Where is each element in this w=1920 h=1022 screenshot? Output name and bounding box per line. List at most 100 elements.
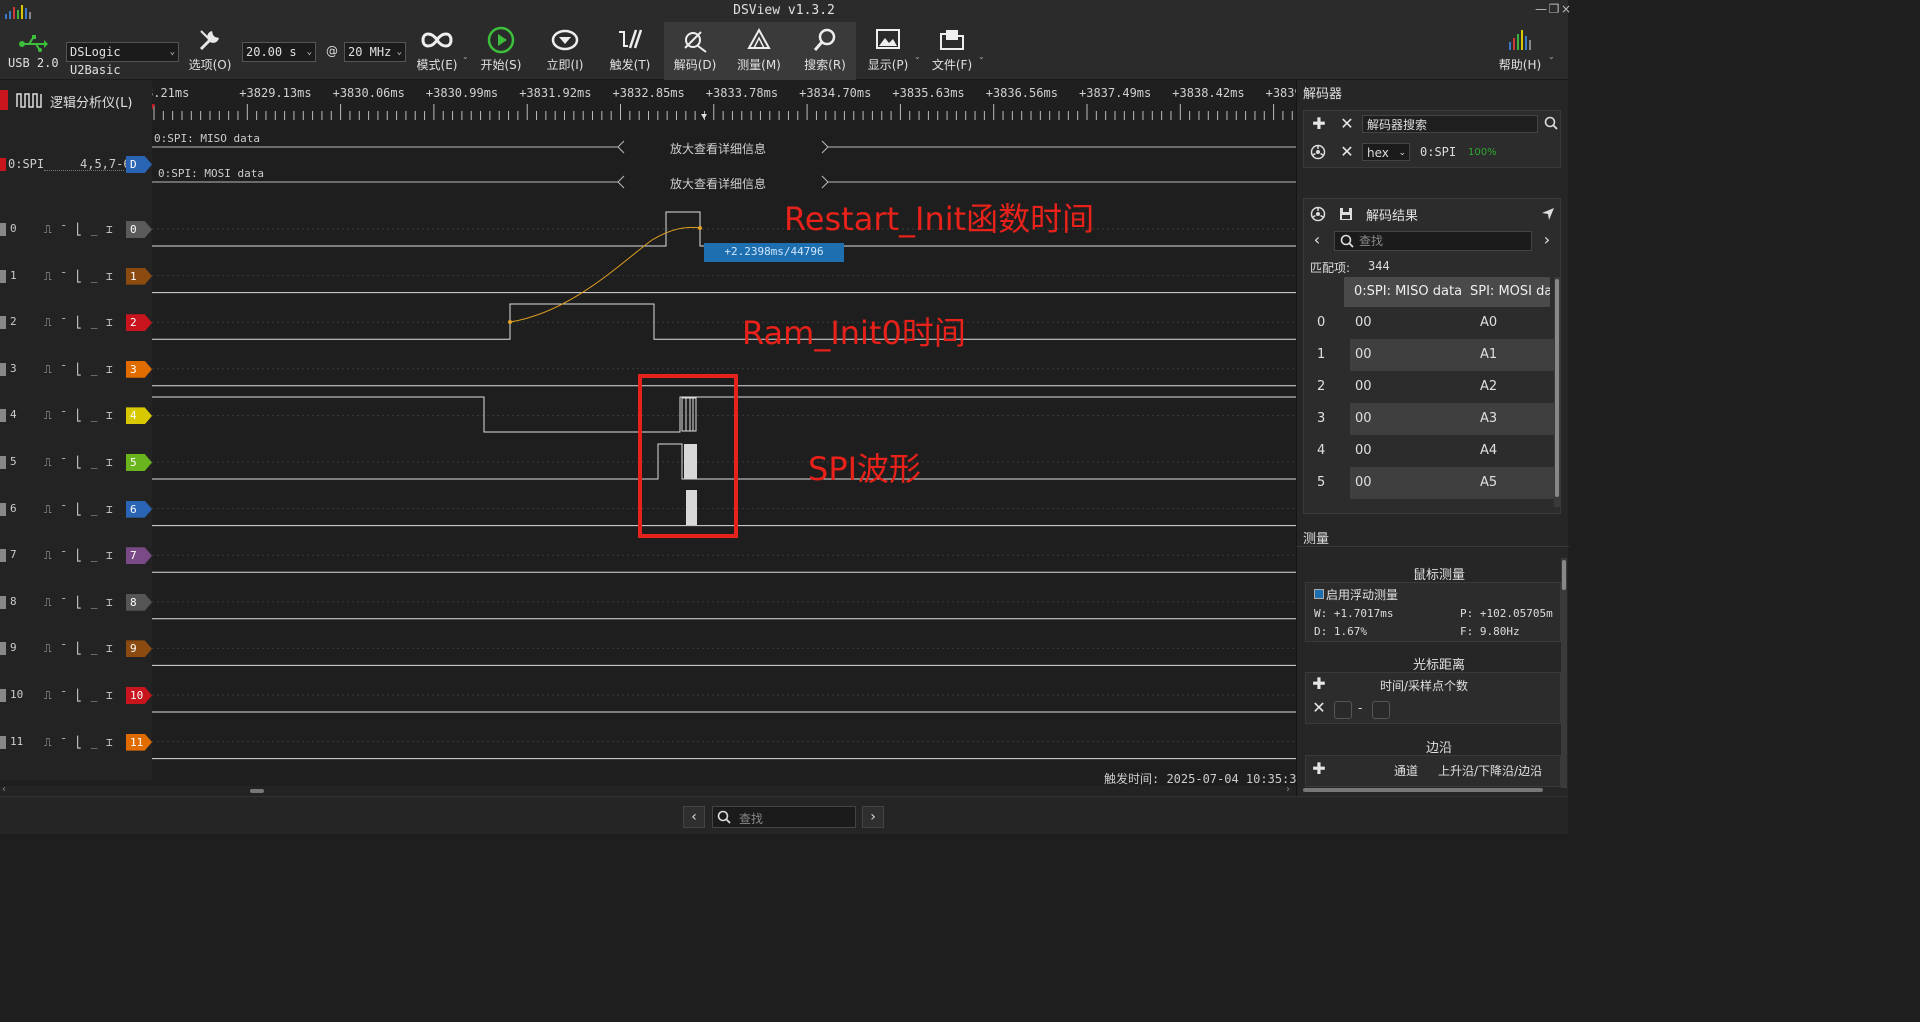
result-row[interactable]: 2 00 A2 [1312,371,1556,403]
result-row[interactable]: 3 00 A3 [1312,403,1556,435]
channel-tag[interactable]: 5 [126,454,152,471]
close-button[interactable]: × [1559,2,1573,16]
file-button[interactable]: 文件(F) [926,26,978,78]
remove-decoder-button[interactable]: ✕ [1338,115,1356,133]
channel-row[interactable]: 11 ⎍ ¯ ⎣ _ ⌶ 11 [0,733,152,753]
result-row[interactable]: 4 00 A4 [1312,435,1556,467]
measure-button[interactable]: 测量(M) [732,26,786,78]
decoder-row[interactable]: 0:SPI 4,5,7-6 D [0,155,152,175]
trigger-type-icons[interactable]: ⎍ ¯ ⎣ _ ⌶ [44,363,114,377]
instant-button[interactable]: 立即(I) [540,26,590,78]
decode-button[interactable]: 解码(D) [668,26,722,78]
trigger-type-icons[interactable]: ⎍ ¯ ⎣ _ ⌶ [44,223,114,237]
measure-scroll-thumb[interactable] [1562,560,1566,590]
help-label: 帮助(H) [1498,58,1542,72]
channel-row[interactable]: 9 ⎍ ¯ ⎣ _ ⌶ 9 [0,639,152,659]
results-scroll-thumb[interactable] [1555,279,1559,497]
float-measure-checkbox[interactable] [1314,589,1324,599]
cursor-b-select[interactable] [1372,701,1390,719]
bottom-search-input[interactable]: 查找 [712,806,856,828]
trigger-type-icons[interactable]: ⎍ ¯ ⎣ _ ⌶ [44,270,114,284]
result-row[interactable]: 1 00 A1 [1312,339,1556,371]
scroll-left-icon[interactable]: ‹ [2,784,6,795]
help-button[interactable]: 帮助(H) [1494,26,1546,78]
duration-select[interactable]: 20.00 s ⌄ [242,42,316,62]
time-ruler[interactable]: 8.21ms+3829.13ms+3830.06ms+3830.99ms+383… [152,80,1296,122]
channel-tag[interactable]: 9 [126,640,152,658]
results-scrollbar[interactable] [1554,277,1560,507]
horizontal-scrollbar[interactable]: ‹ › [0,784,1296,796]
device-select[interactable]: DSLogic U2Basic ⌄ [66,42,179,77]
channel-row[interactable]: 0 ⎍ ¯ ⎣ _ ⌶ 0 [0,220,152,240]
trigger-type-icons[interactable]: ⎍ ¯ ⎣ _ ⌶ [44,503,114,517]
trigger-type-icons[interactable]: ⎍ ¯ ⎣ _ ⌶ [44,736,114,750]
analyzer-header[interactable]: 逻辑分析仪(L) [0,84,152,111]
remove-decoder-instance-button[interactable]: ✕ [1338,143,1356,161]
channel-row[interactable]: 6 ⎍ ¯ ⎣ _ ⌶ 6 [0,500,152,520]
channel-tag[interactable]: 2 [126,314,152,332]
measure-scrollbar[interactable] [1561,558,1567,788]
search-icon[interactable] [1544,116,1558,130]
scroll-thumb[interactable] [250,789,264,793]
trigger-type-icons[interactable]: ⎍ ¯ ⎣ _ ⌶ [44,409,114,423]
decoder-search-input[interactable]: 解码器搜索 [1362,115,1538,133]
channel-row[interactable]: 10 ⎍ ¯ ⎣ _ ⌶ 10 [0,686,152,706]
channel-row[interactable]: 7 ⎍ ¯ ⎣ _ ⌶ 7 [0,546,152,566]
waveform-area[interactable]: 0:SPI: MISO data 0:SPI: MOSI data 放大查看详细… [152,122,1304,786]
results-prev-button[interactable]: ‹ [1308,231,1326,249]
result-row[interactable]: 0 00 A0 [1312,307,1556,339]
channel-tag[interactable]: 4 [126,407,152,425]
display-button[interactable]: 显示(P) [862,26,914,78]
samplerate-select[interactable]: 20 MHz ⌄ [344,42,406,62]
minimize-button[interactable]: — [1534,2,1548,16]
channel-row[interactable]: 1 ⎍ ¯ ⎣ _ ⌶ 1 [0,267,152,287]
result-row[interactable]: 5 00 A5 [1312,467,1556,499]
settings-icon[interactable] [1310,206,1326,222]
navigate-icon[interactable] [1540,206,1556,222]
search-prev-button[interactable]: ‹ [683,806,705,828]
add-edge-button[interactable]: ✚ [1310,760,1328,778]
channel-row[interactable]: 8 ⎍ ¯ ⎣ _ ⌶ 8 [0,593,152,613]
measure-period: P: +102.05705m [1460,607,1553,620]
add-decoder-button[interactable]: ✚ [1310,115,1328,133]
channel-tag[interactable]: 1 [126,267,152,285]
side-dock-hscroll[interactable] [1303,788,1543,792]
channel-tag[interactable]: 0 [126,221,152,238]
start-button[interactable]: 开始(S) [476,26,526,78]
settings-icon[interactable] [1310,144,1326,160]
trigger-type-icons[interactable]: ⎍ ¯ ⎣ _ ⌶ [44,596,114,610]
search-button[interactable]: 搜索(R) [798,26,852,78]
cursor-a-select[interactable] [1334,701,1352,719]
options-button[interactable]: 选项(O) [184,26,236,78]
channel-tag[interactable]: 3 [126,360,152,378]
decoder-tag[interactable]: D [126,156,152,173]
trigger-type-icons[interactable]: ⎍ ¯ ⎣ _ ⌶ [44,689,114,703]
result-mosi-cell: A1 [1476,339,1556,371]
channel-tag[interactable]: 6 [126,500,152,518]
trigger-button[interactable]: 触发(T) [604,26,656,78]
channel-row[interactable]: 3 ⎍ ¯ ⎣ _ ⌶ 3 [0,360,152,380]
search-next-button[interactable]: › [862,806,884,828]
trigger-type-icons[interactable]: ⎍ ¯ ⎣ _ ⌶ [44,642,114,656]
scroll-right-icon[interactable]: › [1286,784,1290,795]
results-next-button[interactable]: › [1538,231,1556,249]
mode-button[interactable]: 模式(E) [412,26,462,78]
results-search-input[interactable]: 查找 [1334,231,1532,251]
channel-row[interactable]: 4 ⎍ ¯ ⎣ _ ⌶ 4 [0,406,152,426]
channel-tag[interactable]: 10 [126,687,152,704]
trigger-type-icons[interactable]: ⎍ ¯ ⎣ _ ⌶ [44,316,114,330]
trigger-type-icons[interactable]: ⎍ ¯ ⎣ _ ⌶ [44,456,114,470]
trigger-type-icons[interactable]: ⎍ ¯ ⎣ _ ⌶ [44,549,114,563]
channel-tag[interactable]: 11 [126,733,152,751]
save-icon[interactable] [1338,206,1354,222]
format-select[interactable]: hex ⌄ [1362,143,1410,161]
channel-number: 5 [10,455,17,468]
add-cursor-button[interactable]: ✚ [1310,675,1328,693]
channel-row[interactable]: 2 ⎍ ¯ ⎣ _ ⌶ 2 [0,313,152,333]
channel-tag[interactable]: 8 [126,593,152,611]
column-header-miso[interactable]: 0:SPI: MISO data [1344,277,1470,307]
column-header-mosi[interactable]: SPI: MOSI da [1470,277,1550,307]
remove-cursor-button[interactable]: ✕ [1310,699,1328,717]
channel-row[interactable]: 5 ⎍ ¯ ⎣ _ ⌶ 5 [0,453,152,473]
channel-tag[interactable]: 7 [126,547,152,565]
